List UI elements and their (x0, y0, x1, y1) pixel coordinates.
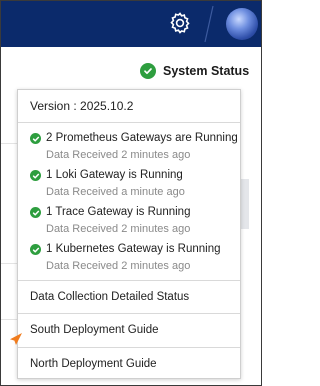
system-status-button[interactable]: System Status (140, 61, 249, 81)
check-circle-icon (30, 170, 41, 181)
gateway-subtitle: Data Received 2 minutes ago (46, 223, 191, 235)
background-panel (241, 179, 249, 229)
check-circle-icon (30, 207, 41, 218)
gateway-subtitle: Data Received 2 minutes ago (46, 260, 191, 272)
divider (18, 313, 240, 314)
north-deployment-guide-link[interactable]: North Deployment Guide (30, 358, 157, 370)
system-status-dropdown: Version : 2025.10.2 2 Prometheus Gateway… (17, 89, 241, 379)
divider (18, 280, 240, 281)
top-navigation-bar (1, 1, 261, 47)
version-label: Version : 2025.10.2 (30, 99, 134, 113)
user-avatar[interactable] (226, 8, 258, 40)
check-circle-icon (30, 133, 41, 144)
divider (18, 347, 240, 348)
system-status-label: System Status (163, 64, 250, 78)
gateway-title: 2 Prometheus Gateways are Running (46, 132, 238, 144)
gear-icon[interactable] (168, 11, 192, 35)
gateway-subtitle: Data Received 2 minutes ago (46, 149, 191, 161)
gateway-title: 1 Trace Gateway is Running (46, 206, 191, 218)
check-circle-icon (30, 244, 41, 255)
app-window: System Status Version : 2025.10.2 2 Prom… (0, 0, 262, 386)
mouse-pointer-icon (10, 333, 22, 345)
gateway-subtitle: Data Received a minute ago (46, 186, 185, 198)
south-deployment-guide-link[interactable]: South Deployment Guide (30, 324, 159, 336)
data-collection-status-link[interactable]: Data Collection Detailed Status (30, 291, 189, 303)
header-divider (204, 5, 214, 43)
gateway-title: 1 Kubernetes Gateway is Running (46, 243, 221, 255)
divider (18, 122, 240, 123)
check-circle-icon (140, 63, 156, 79)
gateway-title: 1 Loki Gateway is Running (46, 169, 183, 181)
